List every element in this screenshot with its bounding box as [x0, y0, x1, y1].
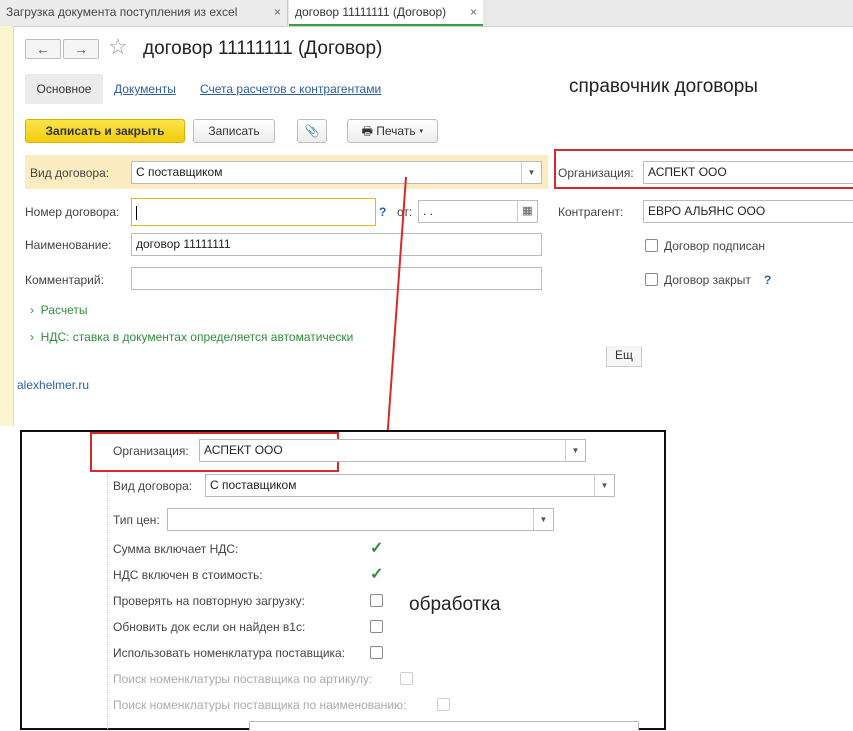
chevron-down-icon[interactable]: ▼ — [594, 475, 614, 496]
flag-label: НДС включен в стоимость: — [113, 568, 263, 582]
checkmark-icon: ✓ — [370, 566, 384, 583]
flag-checkbox[interactable] — [370, 620, 383, 633]
annotation-processing: обработка — [409, 594, 501, 615]
flag-label: Проверять на повторную загрузку: — [113, 594, 305, 608]
processing-contract-type-value: С поставщиком — [210, 478, 297, 492]
processing-org-label: Организация: — [113, 444, 189, 458]
checkmark-icon: ✓ — [370, 540, 384, 557]
price-type-label: Тип цен: — [113, 513, 160, 527]
flag-checkbox[interactable] — [370, 646, 383, 659]
processing-contract-type-label: Вид договора: — [113, 479, 193, 493]
flag-checkbox[interactable]: ✓ — [370, 566, 384, 583]
flag-label: Поиск номенклатуры поставщика по артикул… — [113, 672, 373, 686]
processing-contract-type-select[interactable]: С поставщиком ▼ — [205, 474, 615, 497]
price-type-select[interactable]: ▼ ⧉ — [167, 508, 554, 531]
flag-checkbox[interactable] — [370, 594, 383, 607]
group-separator — [107, 470, 108, 729]
flag-label: Использовать номенклатура поставщика: — [113, 646, 346, 660]
flag-label: Поиск номенклатуры поставщика по наимено… — [113, 698, 407, 712]
flag-checkbox[interactable] — [437, 698, 450, 711]
flag-checkbox[interactable]: ✓ — [370, 540, 384, 557]
chevron-down-icon[interactable]: ▼ — [565, 440, 585, 461]
flag-label: Обновить док если он найден в1с: — [113, 620, 306, 634]
flag-label: Сумма включает НДС: — [113, 542, 239, 556]
cut-off-field[interactable] — [249, 721, 639, 731]
chevron-down-icon[interactable]: ▼ — [533, 509, 553, 530]
processing-org-value: АСПЕКТ ООО — [204, 443, 283, 457]
processing-org-select[interactable]: АСПЕКТ ООО ▼ ⧉ — [199, 439, 586, 462]
flag-checkbox[interactable] — [400, 672, 413, 685]
